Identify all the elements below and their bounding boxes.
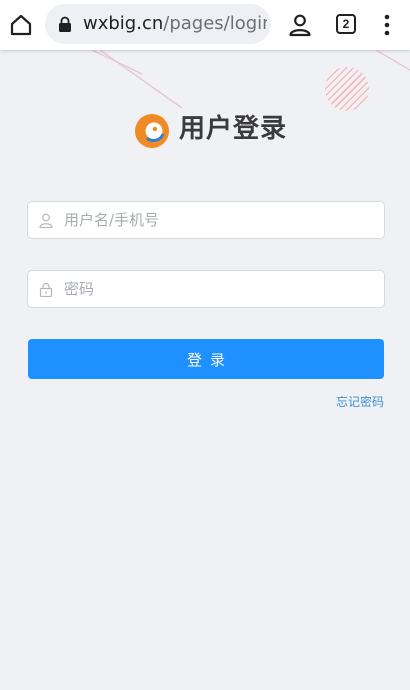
login-page: 用户登录 登录 忘记密码 — [0, 50, 410, 690]
url-path: /pages/login.l — [163, 13, 267, 34]
tab-count: 2 — [342, 17, 350, 31]
url-text: wxbig.cn/pages/login.l — [83, 13, 267, 35]
url-domain: wxbig.cn — [83, 13, 164, 34]
home-icon[interactable] — [8, 12, 34, 38]
address-bar[interactable]: wxbig.cn/pages/login.l — [45, 4, 271, 44]
more-menu-icon[interactable] — [376, 12, 398, 38]
account-icon[interactable] — [287, 12, 313, 38]
brand-logo-icon — [135, 114, 169, 148]
lock-icon — [59, 16, 71, 32]
forgot-password-link[interactable]: 忘记密码 — [336, 393, 384, 410]
username-input[interactable] — [64, 202, 376, 238]
decorative-circle — [325, 67, 369, 111]
user-icon — [39, 213, 53, 228]
tab-switcher-button[interactable]: 2 — [336, 14, 356, 34]
page-title: 用户登录 — [179, 114, 288, 144]
login-button[interactable]: 登录 — [28, 339, 384, 379]
username-field — [27, 201, 385, 239]
browser-toolbar: wxbig.cn/pages/login.l 2 — [0, 0, 410, 50]
password-input[interactable] — [64, 271, 376, 307]
password-field — [27, 270, 385, 308]
lock-icon — [39, 282, 53, 297]
page-header: 用户登录 — [0, 108, 410, 152]
